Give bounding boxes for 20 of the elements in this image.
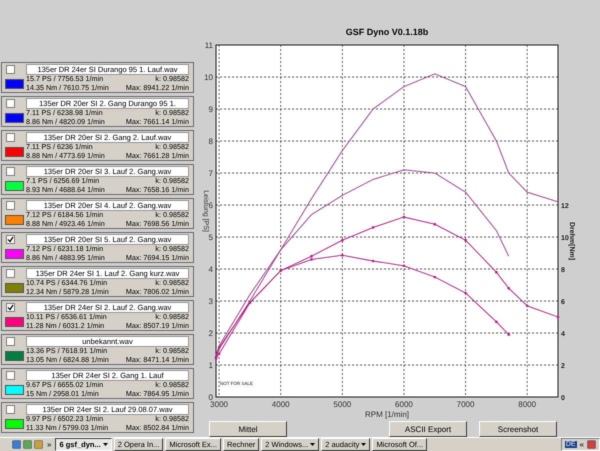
axis-tick-label: 3000 <box>210 400 228 409</box>
axis-tick-label: 6000 <box>395 400 413 409</box>
axis-tick-label: 5 <box>208 233 213 242</box>
axis-tick-label: 2 <box>208 329 213 338</box>
chart-title: GSF Dyno V0.1.18b <box>346 27 428 37</box>
axis-tick-label: 8000 <box>518 400 536 409</box>
axis-tick-label: 7 <box>208 169 213 178</box>
axis-tick-label: 8 <box>208 137 213 146</box>
axis-tick-label: 0 <box>208 393 213 402</box>
axis-tick-label: 6 <box>208 201 213 210</box>
axis-tick-label: 11 <box>204 41 213 50</box>
x-axis-label: RPM [1/min] <box>365 410 409 419</box>
axis-tick-label: 9 <box>208 105 213 114</box>
axis-tick-label: 3 <box>208 297 213 306</box>
axis-tick-label: 5000 <box>333 400 352 409</box>
axis-tick-label: 7000 <box>456 400 474 409</box>
axis-tick-label: 4 <box>208 265 213 274</box>
axis-tick-label: 10 <box>204 73 213 82</box>
axis-tick-label: 4000 <box>272 400 290 409</box>
axis-tick-label: 1 <box>208 361 213 370</box>
